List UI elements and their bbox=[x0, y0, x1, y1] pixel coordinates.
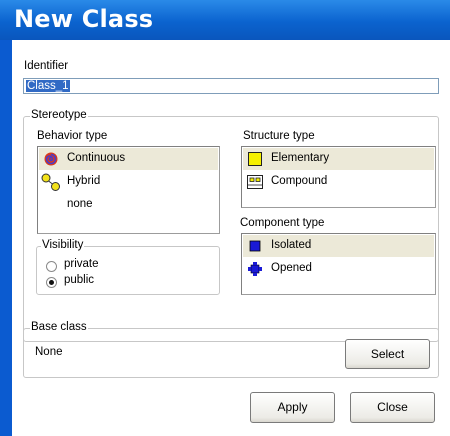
component-isolated-label: Isolated bbox=[271, 239, 312, 251]
structure-type-list[interactable]: Elementary Compound bbox=[241, 146, 436, 208]
list-item-elementary[interactable]: Elementary bbox=[243, 148, 434, 170]
identifier-input[interactable]: Class_1 bbox=[23, 78, 439, 94]
list-item-none[interactable]: none bbox=[39, 194, 218, 216]
list-item-compound[interactable]: Compound bbox=[243, 171, 434, 193]
close-button[interactable]: Close bbox=[350, 392, 435, 423]
opened-icon bbox=[248, 262, 262, 276]
select-button[interactable]: Select bbox=[345, 339, 430, 369]
visibility-private-radio[interactable] bbox=[46, 261, 57, 272]
visibility-public-label[interactable]: public bbox=[64, 274, 94, 286]
component-opened-label: Opened bbox=[271, 262, 312, 274]
behavior-type-list[interactable]: Continuous Hybrid none bbox=[37, 146, 220, 234]
behavior-type-label: Behavior type bbox=[37, 130, 108, 142]
list-item-opened[interactable]: Opened bbox=[243, 258, 434, 280]
visibility-legend: Visibility bbox=[41, 239, 85, 251]
visibility-group: Visibility bbox=[36, 239, 220, 295]
isolated-icon bbox=[249, 240, 261, 252]
structure-elementary-label: Elementary bbox=[271, 152, 330, 164]
list-item-hybrid[interactable]: Hybrid bbox=[39, 171, 218, 193]
dialog-client-area: Identifier Class_1 Stereotype Behavior t… bbox=[12, 40, 440, 436]
identifier-label: Identifier bbox=[24, 60, 69, 72]
elementary-icon bbox=[248, 152, 262, 166]
behavior-continuous-label: Continuous bbox=[67, 152, 126, 164]
window-border bbox=[0, 40, 12, 436]
compound-icon bbox=[247, 175, 263, 189]
identifier-value: Class_1 bbox=[26, 80, 70, 92]
visibility-private-label[interactable]: private bbox=[64, 258, 99, 270]
apply-button[interactable]: Apply bbox=[250, 392, 335, 423]
list-item-continuous[interactable]: Continuous bbox=[39, 148, 218, 170]
continuous-icon bbox=[44, 152, 58, 166]
behavior-hybrid-label: Hybrid bbox=[67, 175, 101, 187]
structure-type-label: Structure type bbox=[243, 130, 315, 142]
component-type-label: Component type bbox=[240, 217, 325, 229]
hybrid-icon bbox=[41, 173, 60, 191]
list-item-isolated[interactable]: Isolated bbox=[243, 235, 434, 257]
stereotype-legend: Stereotype bbox=[30, 109, 88, 121]
base-class-value: None bbox=[35, 346, 63, 358]
visibility-public-radio[interactable] bbox=[46, 277, 57, 288]
component-type-list[interactable]: Isolated Opened bbox=[241, 233, 436, 295]
window-title: New Class bbox=[14, 5, 154, 33]
base-class-legend: Base class bbox=[30, 321, 88, 333]
title-bar[interactable]: New Class bbox=[0, 0, 450, 40]
behavior-none-label: none bbox=[67, 198, 93, 210]
structure-compound-label: Compound bbox=[271, 175, 328, 187]
